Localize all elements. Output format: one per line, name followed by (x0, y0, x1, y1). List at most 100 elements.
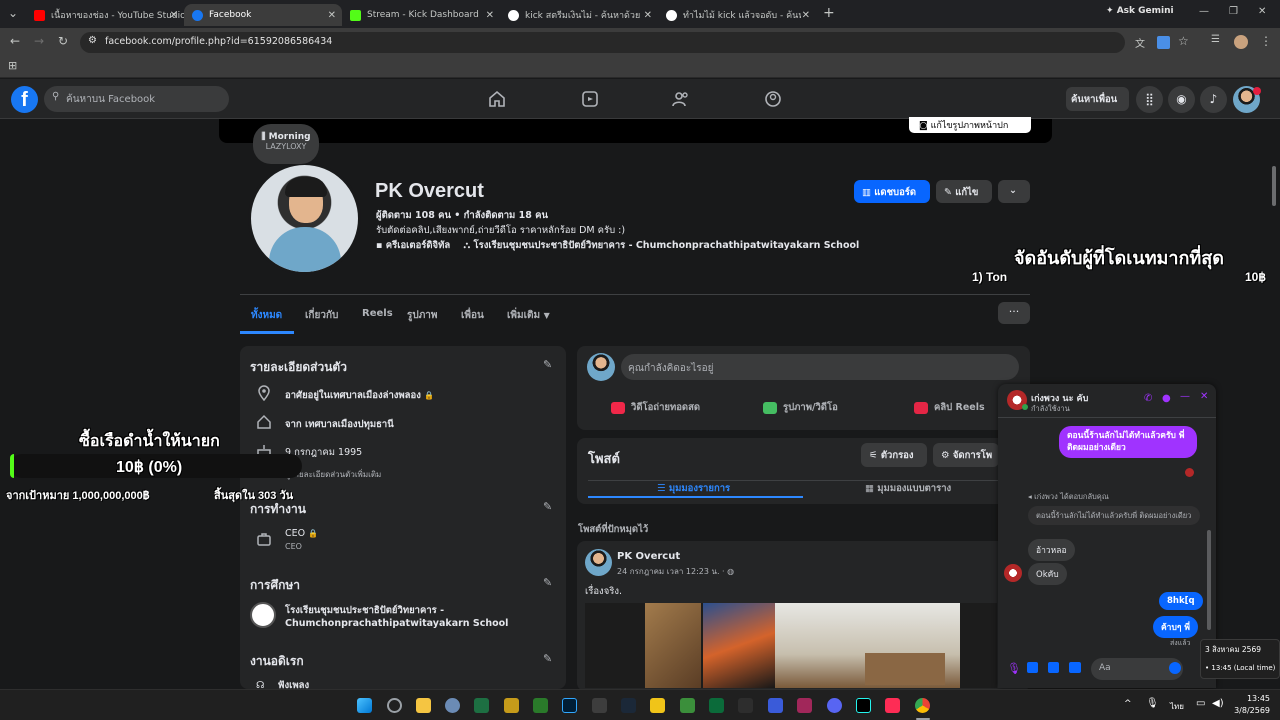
profile-music-note[interactable]: ⫼ Morning LAZYLOXY (253, 124, 319, 164)
app-icon[interactable] (709, 698, 724, 713)
chrome-icon[interactable] (915, 698, 930, 713)
obs-icon[interactable] (592, 698, 607, 713)
excel-icon[interactable] (474, 698, 489, 713)
find-friends-button[interactable]: ค้นหาเพื่อน (1066, 87, 1129, 111)
browser-menu-icon[interactable]: ⋮ (1260, 34, 1272, 48)
browser-profile-avatar[interactable] (1234, 35, 1248, 49)
composer-avatar[interactable] (587, 353, 615, 381)
edit-profile-button[interactable]: ✎ แก้ไข (936, 180, 992, 203)
app-icon[interactable] (797, 698, 812, 713)
profile-picture[interactable] (248, 162, 361, 275)
tab-friends[interactable]: เพื่อน (461, 308, 484, 323)
app-icon[interactable] (768, 698, 783, 713)
chat-message-sent[interactable]: ค้าบๆ พี่ (1153, 616, 1198, 638)
pencil-icon[interactable]: ✎ (543, 500, 552, 513)
app-icon[interactable] (738, 698, 753, 713)
reels-button[interactable]: คลิป Reels (914, 400, 985, 415)
video-icon[interactable] (580, 89, 600, 109)
home-icon[interactable] (487, 89, 507, 109)
minimize-chat-icon[interactable]: — (1180, 391, 1190, 402)
gif-icon[interactable] (1069, 662, 1081, 673)
discord-icon[interactable] (827, 698, 842, 713)
site-info-icon[interactable]: ⚙ (88, 35, 97, 46)
notifications-bell-icon[interactable]: ♪ (1200, 86, 1227, 113)
dashboard-button[interactable]: ▥ แดชบอร์ด (854, 180, 930, 203)
friends-icon[interactable] (671, 89, 691, 109)
filter-button[interactable]: ⚟ ตัวกรอง (861, 443, 927, 467)
taskview-icon[interactable] (387, 698, 402, 713)
close-window-button[interactable]: ✕ (1258, 6, 1266, 17)
url-field[interactable]: ⚙ facebook.com/profile.php?id=6159208658… (80, 32, 1125, 53)
intro-from[interactable]: จาก เทศบาลเมืองปทุมธานี (285, 417, 394, 432)
language-indicator[interactable]: ไทย (1170, 700, 1184, 713)
microphone-tray-icon[interactable]: 🎙 (1146, 698, 1159, 709)
post-meta[interactable]: 24 กรกฎาคม เวลา 12:23 น. · ◍ (617, 565, 734, 578)
windows-start-icon[interactable] (357, 698, 372, 713)
close-icon[interactable]: ✕ (802, 10, 810, 21)
back-arrow-icon[interactable]: ← (10, 34, 20, 48)
emoji-icon[interactable] (1169, 662, 1181, 674)
pencil-icon[interactable]: ✎ (543, 358, 552, 371)
app-icon[interactable] (504, 698, 519, 713)
chat-message-sent[interactable]: 8hk[q (1159, 592, 1203, 610)
edit-cover-button[interactable]: ◙ แก้ไขรูปภาพหน้าปก (909, 117, 1031, 133)
browser-tab-facebook[interactable]: Facebook ✕ (184, 4, 342, 26)
terminal-icon[interactable] (533, 698, 548, 713)
profile-more-dropdown[interactable]: ⌄ (998, 180, 1030, 203)
profile-school[interactable]: โรงเรียนชุมชนประชาธิปัตย์วิทยาคาร - Chum… (474, 240, 860, 251)
translate-icon[interactable]: 文 (1135, 35, 1145, 50)
list-view-tab[interactable]: ☰ มุมมองรายการ (657, 481, 730, 496)
tab-all[interactable]: ทั้งหมด (251, 308, 282, 323)
chat-message-received[interactable]: Okคับ (1028, 563, 1067, 585)
reload-icon[interactable]: ↻ (58, 34, 68, 48)
phone-call-icon[interactable]: ✆ (1144, 393, 1152, 404)
steam-icon[interactable] (621, 698, 636, 713)
menu-grid-icon[interactable]: ⣿ (1136, 86, 1163, 113)
minimize-button[interactable]: — (1199, 6, 1209, 17)
groups-icon[interactable] (763, 89, 783, 109)
pencil-icon[interactable]: ✎ (543, 652, 552, 665)
tray-overflow-icon[interactable]: ^ (1124, 699, 1132, 709)
tab-search-icon[interactable]: ⌄ (8, 6, 18, 20)
close-icon[interactable]: ✕ (644, 10, 652, 21)
chat-message-sent[interactable]: ตอนนี้ร้านลักไม่ได้ทำแล้วครับ พี่ ติดผมอ… (1059, 426, 1197, 458)
file-explorer-icon[interactable] (416, 698, 431, 713)
photoshop-icon[interactable] (562, 698, 577, 713)
education-school[interactable]: โรงเรียนชุมชนประชาธิปัตย์วิทยาคาร - Chum… (285, 604, 555, 630)
reading-list-icon[interactable]: ☰ (1211, 34, 1220, 45)
composer-input[interactable]: คุณกำลังคิดอะไรอยู่ (621, 354, 1019, 380)
browser-tab-kick[interactable]: Stream - Kick Dashboard ✕ (342, 4, 500, 26)
sticker-icon[interactable] (1048, 662, 1059, 673)
video-call-icon[interactable]: ● (1162, 393, 1171, 404)
chat-header[interactable]: เก่งพวง นะ คับ กำลังใช้งาน ✆ ● — ✕ (998, 384, 1216, 418)
lives-in-text[interactable]: อาศัยอยู่ในเทศบาลเมืองล่างพลอง (285, 390, 421, 401)
ask-gemini-button[interactable]: ✦ Ask Gemini (1106, 6, 1174, 16)
live-video-button[interactable]: วิดีโอถ่ายทอดสด (611, 400, 700, 415)
network-icon[interactable]: ▭ (1196, 698, 1205, 709)
post-author[interactable]: PK Overcut (617, 551, 680, 562)
facebook-logo-icon[interactable]: f (11, 86, 38, 113)
apps-grid-icon[interactable]: ⊞ (8, 59, 17, 72)
image-icon[interactable] (1027, 662, 1038, 673)
grid-view-tab[interactable]: ▦ มุมมองแบบตาราง (865, 481, 951, 496)
tiktok-icon[interactable] (856, 698, 871, 713)
clock-time[interactable]: 13:45 (1232, 694, 1270, 703)
maximize-button[interactable]: ❐ (1229, 6, 1238, 17)
post-image[interactable] (585, 603, 997, 688)
extension-icon[interactable] (1157, 36, 1170, 49)
chat-message-received[interactable]: อ้าวหลอ (1028, 539, 1075, 561)
tab-photos[interactable]: รูปภาพ (407, 308, 438, 323)
close-icon[interactable]: ✕ (486, 10, 494, 21)
profile-tabs-more-button[interactable]: ··· (998, 302, 1030, 324)
app-icon[interactable] (680, 698, 695, 713)
settings-icon[interactable] (445, 698, 460, 713)
close-icon[interactable]: ✕ (170, 10, 178, 21)
app-icon[interactable] (650, 698, 665, 713)
close-chat-icon[interactable]: ✕ (1200, 391, 1208, 402)
pencil-icon[interactable]: ✎ (543, 576, 552, 589)
bookmark-star-icon[interactable]: ☆ (1178, 34, 1189, 48)
page-scrollbar[interactable] (1271, 158, 1277, 680)
new-tab-button[interactable]: + (823, 5, 835, 21)
browser-tab-google-2[interactable]: ทำไมไม้ kick แล้วจอดับ - ค้นหาด้วย Googl… (658, 4, 816, 26)
browser-tab-google-1[interactable]: kick สตรีมเงินไม่ - ค้นหาด้วย Google ✕ (500, 4, 658, 26)
